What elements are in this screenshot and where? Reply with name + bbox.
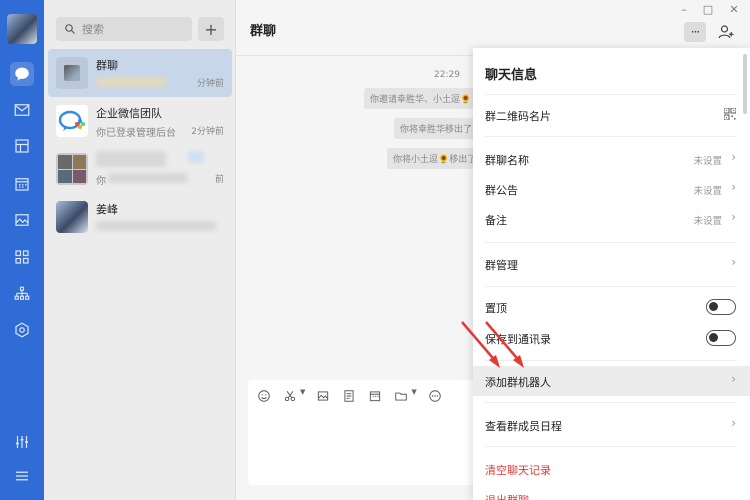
pin-toggle[interactable]: [706, 299, 736, 315]
conversation-preview: 你: [96, 176, 106, 187]
annotation-arrows: [461, 321, 524, 368]
row-label: 群二维码名片: [485, 110, 551, 123]
search-icon: [65, 24, 75, 34]
photo-icon[interactable]: [10, 208, 34, 232]
search-placeholder: 搜索: [82, 23, 104, 36]
emoji-icon[interactable]: [256, 388, 272, 404]
divider: [485, 286, 737, 287]
chevron-right-icon: ›: [731, 416, 736, 430]
group-name-row[interactable]: 群聊名称 未设置 ›: [473, 144, 750, 174]
divider: [485, 446, 737, 447]
docs-icon[interactable]: [10, 134, 34, 158]
chat-title: 群聊: [250, 24, 277, 39]
conversation-name: 企业微信团队: [96, 107, 162, 120]
row-label: 置顶: [485, 302, 507, 315]
conversation-time: 2分钟前: [191, 127, 224, 137]
row-label: 清空聊天记录: [485, 464, 551, 477]
more-options-button[interactable]: ···: [684, 22, 706, 42]
group-manage-row[interactable]: 群管理 ›: [473, 249, 750, 279]
row-value: 未设置: [693, 216, 722, 227]
contact-avatar: [56, 201, 88, 233]
system-message: 你邀请幸胜华、小土逗🌻: [364, 88, 478, 109]
apps-icon[interactable]: [10, 245, 34, 269]
chevron-right-icon: ›: [731, 255, 736, 269]
divider: [485, 242, 737, 243]
row-label: 查看群成员日程: [485, 420, 562, 433]
calendar-icon[interactable]: [10, 172, 34, 196]
message-icon[interactable]: [10, 62, 34, 86]
panel-title: 聊天信息: [485, 68, 538, 83]
conversation-item[interactable]: 群聊 分钟前: [48, 49, 232, 97]
close-button[interactable]: ✕: [726, 2, 742, 16]
group-avatar: [56, 57, 88, 89]
screenshot-dropdown-icon[interactable]: ▼: [300, 388, 305, 404]
row-value: 未设置: [693, 156, 722, 167]
chevron-right-icon: ›: [731, 372, 736, 386]
menu-icon[interactable]: [10, 464, 34, 488]
screenshot-icon[interactable]: [282, 388, 298, 404]
image-icon[interactable]: [315, 388, 331, 404]
system-message: 你将幸胜华移出了: [394, 118, 479, 139]
message-timestamp: 22:29: [434, 70, 460, 80]
group-notice-row[interactable]: 群公告 未设置 ›: [473, 174, 750, 204]
qr-code-icon: [724, 108, 736, 120]
message-composer[interactable]: ▼ ▼: [248, 380, 488, 485]
conversation-time: 分钟前: [196, 79, 224, 89]
cube-icon[interactable]: [10, 318, 34, 342]
save-to-contacts-toggle[interactable]: [706, 330, 736, 346]
more-icon[interactable]: [427, 388, 443, 404]
add-member-button[interactable]: [716, 22, 736, 42]
divider: [485, 94, 737, 95]
member-schedule-row[interactable]: 查看群成员日程 ›: [473, 410, 750, 440]
chevron-right-icon: ›: [731, 210, 736, 224]
conversation-preview: 你已登录管理后台: [96, 128, 176, 139]
row-label: 群公告: [485, 184, 518, 197]
group-avatar: [56, 153, 88, 185]
conversation-time: 前: [214, 175, 224, 185]
row-label: 群管理: [485, 259, 518, 272]
divider: [485, 402, 737, 403]
mail-icon[interactable]: [10, 98, 34, 122]
row-label: 退出群聊: [485, 492, 529, 500]
folder-icon[interactable]: [393, 388, 409, 404]
chevron-right-icon: ›: [731, 150, 736, 164]
add-member-icon: [718, 25, 734, 39]
conversation-item[interactable]: 你 前: [48, 145, 232, 193]
group-qr-card-row[interactable]: 群二维码名片: [473, 100, 750, 130]
conversation-item[interactable]: 姜峰: [48, 193, 232, 241]
chevron-right-icon: ›: [731, 180, 736, 194]
row-label: 备注: [485, 214, 507, 227]
row-label: 群聊名称: [485, 154, 529, 167]
quit-group-row[interactable]: 退出群聊: [473, 484, 750, 500]
user-avatar[interactable]: [7, 14, 37, 44]
row-value: 未设置: [693, 186, 722, 197]
minimize-button[interactable]: –: [676, 2, 692, 16]
system-message: 你将小土逗🌻移出了: [387, 148, 483, 169]
conversation-name: 姜峰: [96, 203, 118, 216]
document-icon[interactable]: [341, 388, 357, 404]
add-button[interactable]: +: [198, 17, 224, 41]
folder-dropdown-icon[interactable]: ▼: [411, 388, 416, 404]
settings-sliders-icon[interactable]: [10, 430, 34, 454]
wecom-team-avatar: [56, 105, 88, 137]
maximize-button[interactable]: □: [700, 2, 716, 16]
left-navigation-rail: [0, 0, 44, 500]
clear-history-row[interactable]: 清空聊天记录: [473, 454, 750, 484]
conversation-item[interactable]: 企业微信团队 你已登录管理后台 2分钟前: [48, 97, 232, 145]
remark-row[interactable]: 备注 未设置 ›: [473, 204, 750, 234]
conversation-list: 搜索 + 群聊 分钟前 企业微信团队 你已登录管理后台 2分钟前 你 前 姜峰: [44, 0, 236, 500]
org-chart-icon[interactable]: [10, 282, 34, 306]
calendar-icon[interactable]: [367, 388, 383, 404]
conversation-name: 群聊: [96, 59, 118, 72]
composer-toolbar: ▼ ▼: [256, 388, 443, 404]
chat-info-panel: 聊天信息 群二维码名片 群聊名称 未设置 › 群公告 未设置 › 备注 未设置 …: [473, 48, 750, 500]
search-input[interactable]: 搜索: [56, 17, 192, 41]
divider: [485, 136, 737, 137]
